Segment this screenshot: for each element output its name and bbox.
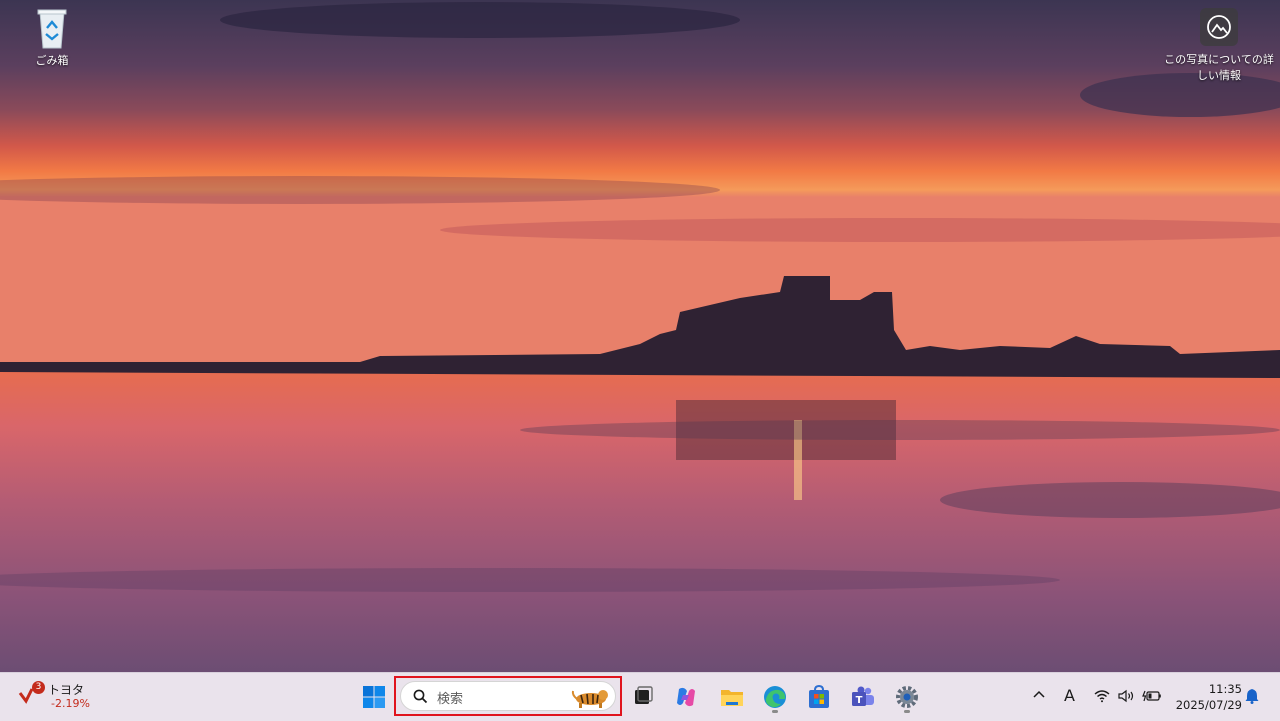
copilot-icon [677, 687, 695, 707]
volume-button[interactable] [1118, 688, 1136, 707]
stock-widget[interactable]: 3 トヨタ -2.19% [18, 679, 108, 715]
settings-button[interactable] [893, 683, 921, 711]
stock-change: -2.19% [51, 697, 90, 710]
bell-icon [1245, 689, 1259, 704]
network-button[interactable] [1094, 688, 1110, 707]
recycle-bin-label: ごみ箱 [35, 54, 69, 67]
teams-button[interactable]: T [849, 683, 877, 711]
speaker-icon [1118, 689, 1134, 703]
clock-date: 2025/07/29 [1175, 698, 1242, 712]
battery-button[interactable] [1142, 688, 1162, 707]
notifications-button[interactable] [1245, 688, 1259, 708]
edge-button[interactable] [761, 683, 789, 711]
recycle-bin-icon [34, 6, 70, 50]
task-view-button[interactable] [628, 683, 656, 711]
show-hidden-icons-button[interactable] [1032, 687, 1046, 706]
spotlight-camera-icon [1200, 8, 1238, 46]
stock-name: トヨタ [48, 683, 85, 697]
store-button[interactable] [805, 683, 833, 711]
clock[interactable]: 11:35 2025/07/29 [1172, 681, 1242, 713]
taskbar: 3 トヨタ -2.19% T A 11:35 2025/07/29 [0, 672, 1280, 721]
battery-charging-icon [1142, 690, 1161, 702]
search-highlight-annotation [394, 676, 622, 716]
svg-text:T: T [856, 695, 863, 706]
wifi-icon [1094, 690, 1110, 703]
spotlight-label-line1: この写真についての詳 [1164, 53, 1274, 66]
ime-indicator[interactable]: A [1064, 686, 1075, 705]
widget-badge: 3 [32, 681, 45, 694]
file-explorer-icon [721, 690, 743, 706]
chevron-up-icon [1033, 690, 1045, 698]
edge-running-indicator [772, 710, 778, 713]
spotlight-info-shortcut[interactable]: この写真についての詳 しい情報 [1160, 8, 1278, 84]
file-explorer-button[interactable] [718, 683, 746, 711]
settings-icon [896, 686, 918, 708]
start-icon [363, 686, 385, 708]
teams-icon: T [852, 686, 874, 706]
settings-running-indicator [904, 710, 910, 713]
clock-time: 11:35 [1208, 682, 1242, 696]
desktop-wallpaper [0, 0, 1280, 672]
copilot-button[interactable] [672, 683, 700, 711]
start-button[interactable] [362, 685, 386, 709]
spotlight-label-line2: しい情報 [1197, 69, 1241, 82]
store-icon [809, 684, 829, 708]
edge-icon [764, 686, 786, 708]
recycle-bin-shortcut[interactable]: ごみ箱 [22, 6, 82, 68]
task-view-icon [635, 686, 653, 704]
